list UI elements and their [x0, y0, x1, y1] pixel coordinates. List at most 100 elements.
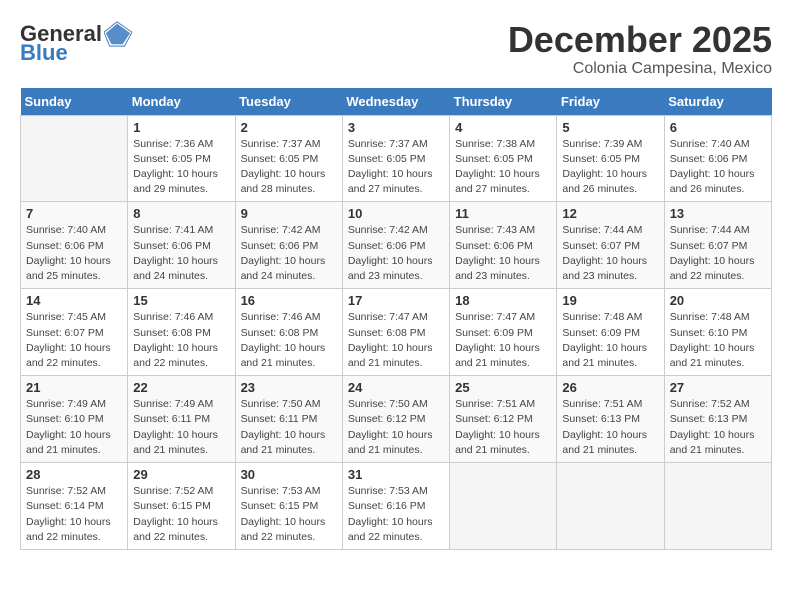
table-cell: 31Sunrise: 7:53 AM Sunset: 6:16 PM Dayli…: [342, 463, 449, 550]
day-number: 12: [562, 206, 658, 221]
weekday-header-sunday: Sunday: [21, 88, 128, 116]
table-cell: 10Sunrise: 7:42 AM Sunset: 6:06 PM Dayli…: [342, 202, 449, 289]
table-cell: 30 Sunrise: 7:53 AM Sunset: 6:15 PM Dayli…: [235, 463, 342, 550]
day-number: 28: [26, 467, 122, 482]
day-detail: Sunrise: 7:52 AM Sunset: 6:14 PM Dayligh…: [26, 484, 122, 545]
day-detail: Sunrise: 7:48 AM Sunset: 6:09 PM Dayligh…: [562, 310, 658, 371]
calendar-table: SundayMondayTuesdayWednesdayThursdayFrid…: [20, 88, 772, 550]
day-detail: Sunrise: 7:39 AM Sunset: 6:05 PM Dayligh…: [562, 137, 658, 198]
weekday-header-thursday: Thursday: [450, 88, 557, 116]
day-detail: Sunrise: 7:48 AM Sunset: 6:10 PM Dayligh…: [670, 310, 766, 371]
day-number: 24: [348, 380, 444, 395]
week-row-3: 14 Sunrise: 7:45 AM Sunset: 6:07 PM Dayli…: [21, 289, 772, 376]
day-detail: Sunrise: 7:45 AM Sunset: 6:07 PM Dayligh…: [26, 310, 122, 371]
day-detail: Sunrise: 7:36 AM Sunset: 6:05 PM Dayligh…: [133, 137, 229, 198]
day-detail: Sunrise: 7:37 AM Sunset: 6:05 PM Dayligh…: [241, 137, 337, 198]
location-title: Colonia Campesina, Mexico: [508, 60, 772, 78]
table-cell: 13Sunrise: 7:44 AM Sunset: 6:07 PM Dayli…: [664, 202, 771, 289]
week-row-1: 1 Sunrise: 7:36 AM Sunset: 6:05 PM Daylig…: [21, 115, 772, 202]
day-detail: Sunrise: 7:40 AM Sunset: 6:06 PM Dayligh…: [670, 137, 766, 198]
day-number: 22: [133, 380, 229, 395]
logo: General Blue: [20, 20, 132, 64]
table-cell: 11Sunrise: 7:43 AM Sunset: 6:06 PM Dayli…: [450, 202, 557, 289]
day-number: 4: [455, 120, 551, 135]
day-detail: Sunrise: 7:42 AM Sunset: 6:06 PM Dayligh…: [348, 223, 444, 284]
day-detail: Sunrise: 7:46 AM Sunset: 6:08 PM Dayligh…: [241, 310, 337, 371]
day-number: 6: [670, 120, 766, 135]
day-number: 30: [241, 467, 337, 482]
day-number: 2: [241, 120, 337, 135]
table-cell: [557, 463, 664, 550]
week-row-4: 21 Sunrise: 7:49 AM Sunset: 6:10 PM Dayli…: [21, 376, 772, 463]
day-number: 1: [133, 120, 229, 135]
table-cell: 26 Sunrise: 7:51 AM Sunset: 6:13 PM Dayli…: [557, 376, 664, 463]
day-detail: Sunrise: 7:49 AM Sunset: 6:10 PM Dayligh…: [26, 397, 122, 458]
title-block: December 2025 Colonia Campesina, Mexico: [508, 20, 772, 78]
day-number: 26: [562, 380, 658, 395]
day-detail: Sunrise: 7:43 AM Sunset: 6:06 PM Dayligh…: [455, 223, 551, 284]
day-number: 14: [26, 293, 122, 308]
table-cell: 6 Sunrise: 7:40 AM Sunset: 6:06 PM Daylig…: [664, 115, 771, 202]
weekday-header-wednesday: Wednesday: [342, 88, 449, 116]
table-cell: [21, 115, 128, 202]
table-cell: 8Sunrise: 7:41 AM Sunset: 6:06 PM Daylig…: [128, 202, 235, 289]
day-number: 27: [670, 380, 766, 395]
table-cell: 20 Sunrise: 7:48 AM Sunset: 6:10 PM Dayli…: [664, 289, 771, 376]
day-number: 8: [133, 206, 229, 221]
day-detail: Sunrise: 7:50 AM Sunset: 6:12 PM Dayligh…: [348, 397, 444, 458]
weekday-header-saturday: Saturday: [664, 88, 771, 116]
table-cell: 19Sunrise: 7:48 AM Sunset: 6:09 PM Dayli…: [557, 289, 664, 376]
table-cell: 17 Sunrise: 7:47 AM Sunset: 6:08 PM Dayli…: [342, 289, 449, 376]
day-detail: Sunrise: 7:42 AM Sunset: 6:06 PM Dayligh…: [241, 223, 337, 284]
page-header: General Blue December 2025 Colonia Campe…: [20, 20, 772, 78]
day-number: 15: [133, 293, 229, 308]
weekday-header-tuesday: Tuesday: [235, 88, 342, 116]
table-cell: 28 Sunrise: 7:52 AM Sunset: 6:14 PM Dayli…: [21, 463, 128, 550]
day-number: 5: [562, 120, 658, 135]
day-number: 25: [455, 380, 551, 395]
month-title: December 2025: [508, 20, 772, 60]
day-number: 17: [348, 293, 444, 308]
day-detail: Sunrise: 7:51 AM Sunset: 6:12 PM Dayligh…: [455, 397, 551, 458]
day-detail: Sunrise: 7:46 AM Sunset: 6:08 PM Dayligh…: [133, 310, 229, 371]
table-cell: 5 Sunrise: 7:39 AM Sunset: 6:05 PM Daylig…: [557, 115, 664, 202]
table-cell: 22 Sunrise: 7:49 AM Sunset: 6:11 PM Dayli…: [128, 376, 235, 463]
table-cell: 2 Sunrise: 7:37 AM Sunset: 6:05 PM Daylig…: [235, 115, 342, 202]
table-cell: 7Sunrise: 7:40 AM Sunset: 6:06 PM Daylig…: [21, 202, 128, 289]
day-detail: Sunrise: 7:37 AM Sunset: 6:05 PM Dayligh…: [348, 137, 444, 198]
table-cell: 9 Sunrise: 7:42 AM Sunset: 6:06 PM Daylig…: [235, 202, 342, 289]
table-cell: 4Sunrise: 7:38 AM Sunset: 6:05 PM Daylig…: [450, 115, 557, 202]
day-detail: Sunrise: 7:50 AM Sunset: 6:11 PM Dayligh…: [241, 397, 337, 458]
day-detail: Sunrise: 7:44 AM Sunset: 6:07 PM Dayligh…: [670, 223, 766, 284]
weekday-header-friday: Friday: [557, 88, 664, 116]
day-detail: Sunrise: 7:47 AM Sunset: 6:08 PM Dayligh…: [348, 310, 444, 371]
day-number: 29: [133, 467, 229, 482]
weekday-header-monday: Monday: [128, 88, 235, 116]
table-cell: 12 Sunrise: 7:44 AM Sunset: 6:07 PM Dayli…: [557, 202, 664, 289]
day-detail: Sunrise: 7:52 AM Sunset: 6:13 PM Dayligh…: [670, 397, 766, 458]
table-cell: 24 Sunrise: 7:50 AM Sunset: 6:12 PM Dayli…: [342, 376, 449, 463]
logo-icon: [104, 20, 132, 48]
day-number: 23: [241, 380, 337, 395]
day-detail: Sunrise: 7:49 AM Sunset: 6:11 PM Dayligh…: [133, 397, 229, 458]
day-number: 9: [241, 206, 337, 221]
day-detail: Sunrise: 7:40 AM Sunset: 6:06 PM Dayligh…: [26, 223, 122, 284]
day-number: 3: [348, 120, 444, 135]
day-detail: Sunrise: 7:47 AM Sunset: 6:09 PM Dayligh…: [455, 310, 551, 371]
day-number: 20: [670, 293, 766, 308]
table-cell: 18 Sunrise: 7:47 AM Sunset: 6:09 PM Dayli…: [450, 289, 557, 376]
table-cell: 23 Sunrise: 7:50 AM Sunset: 6:11 PM Dayli…: [235, 376, 342, 463]
day-detail: Sunrise: 7:44 AM Sunset: 6:07 PM Dayligh…: [562, 223, 658, 284]
table-cell: 25 Sunrise: 7:51 AM Sunset: 6:12 PM Dayli…: [450, 376, 557, 463]
day-detail: Sunrise: 7:53 AM Sunset: 6:15 PM Dayligh…: [241, 484, 337, 545]
table-cell: 14 Sunrise: 7:45 AM Sunset: 6:07 PM Dayli…: [21, 289, 128, 376]
week-row-2: 7Sunrise: 7:40 AM Sunset: 6:06 PM Daylig…: [21, 202, 772, 289]
day-number: 18: [455, 293, 551, 308]
table-cell: 21 Sunrise: 7:49 AM Sunset: 6:10 PM Dayli…: [21, 376, 128, 463]
day-detail: Sunrise: 7:52 AM Sunset: 6:15 PM Dayligh…: [133, 484, 229, 545]
day-detail: Sunrise: 7:53 AM Sunset: 6:16 PM Dayligh…: [348, 484, 444, 545]
day-number: 16: [241, 293, 337, 308]
week-row-5: 28 Sunrise: 7:52 AM Sunset: 6:14 PM Dayli…: [21, 463, 772, 550]
day-detail: Sunrise: 7:51 AM Sunset: 6:13 PM Dayligh…: [562, 397, 658, 458]
day-number: 21: [26, 380, 122, 395]
